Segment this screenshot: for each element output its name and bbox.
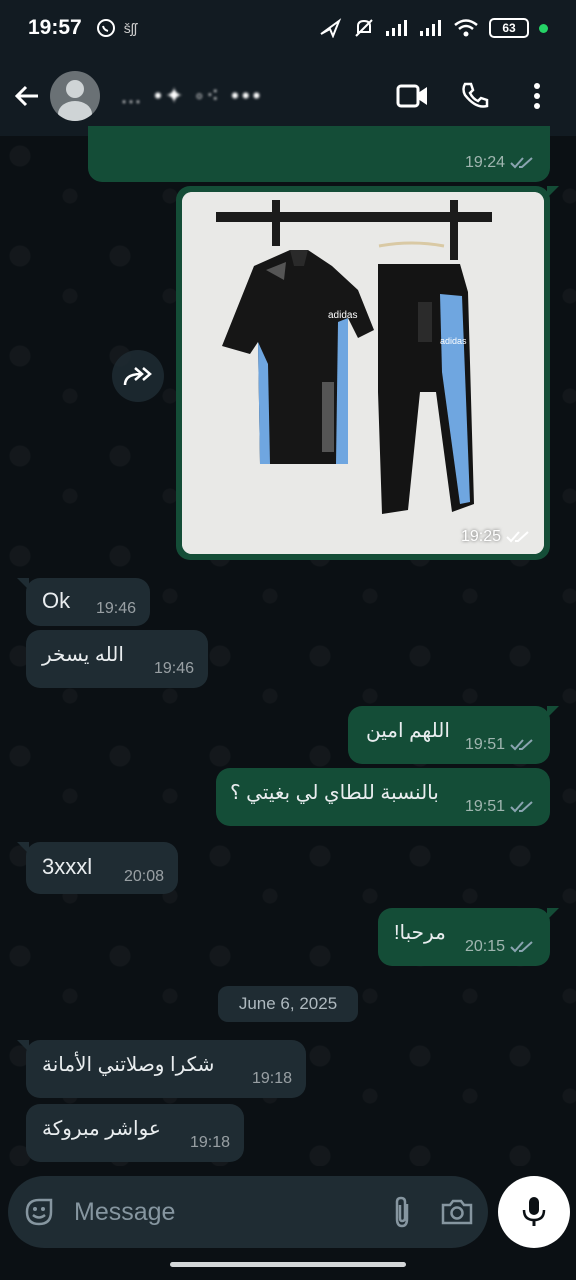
back-button[interactable]: [8, 72, 46, 120]
message-time: 19:25: [461, 528, 532, 546]
tracksuit-photo[interactable]: adidas adidas 19:25: [182, 192, 544, 554]
battery-indicator: 63: [489, 18, 529, 38]
avatar-head-shape: [66, 80, 84, 98]
avatar-body-shape: [58, 101, 92, 121]
signal-2-icon: [420, 20, 441, 36]
message-incoming[interactable]: الله يسخر 19:46: [26, 630, 208, 688]
emoji-sticker-icon[interactable]: [22, 1195, 56, 1229]
image-message[interactable]: adidas adidas 19:25: [176, 186, 559, 560]
message-time-text: 20:15: [464, 938, 505, 955]
message-time-text: 19:18: [251, 1070, 292, 1087]
message-incoming[interactable]: Ok 19:46: [17, 578, 150, 626]
whatsapp-notification-icon: [96, 19, 115, 37]
more-vertical-icon: [534, 83, 540, 109]
message-time-text: 19:24: [464, 154, 505, 171]
status-notification-icons: šʃʃ: [96, 18, 137, 38]
tracksuit-image: adidas adidas: [182, 192, 544, 554]
chat-messages-area[interactable]: 19:24 adidas adidas 19:25 Ok 19:46 الله …: [0, 126, 576, 1166]
message-text: الله يسخر: [42, 644, 124, 666]
svg-text:adidas: adidas: [440, 336, 467, 346]
attach-paperclip-icon[interactable]: [390, 1195, 414, 1229]
microphone-icon: [522, 1197, 546, 1226]
home-indicator[interactable]: [170, 1262, 406, 1267]
message-text: 3xxxl: [42, 854, 93, 879]
message-text: شكرا وصلاتني الأمانة: [42, 1054, 215, 1076]
data-saver-icon: [320, 18, 342, 38]
message-time: 20:15: [465, 938, 536, 956]
camera-icon[interactable]: [440, 1197, 474, 1227]
status-extra-indicator: šʃʃ: [123, 20, 137, 36]
svg-text:adidas: adidas: [328, 310, 357, 321]
message-time-text: 19:46: [95, 600, 136, 617]
composer-actions: [390, 1195, 474, 1229]
message-time: 19:18: [252, 1070, 292, 1088]
more-options-button[interactable]: [506, 72, 568, 120]
message-time-text: 19:51: [464, 798, 505, 815]
status-right-icons: 63: [319, 17, 548, 39]
message-time: 19:46: [154, 660, 194, 678]
message-time: 19:24: [465, 154, 536, 172]
privacy-dot: [539, 23, 548, 33]
message-incoming[interactable]: عواشر مبروكة 19:18: [26, 1104, 244, 1162]
whatsapp-chat-screen: 19:57 šʃʃ 63 … •✦ ◦⁖ ••• 19:24 adidas ad…: [0, 0, 576, 1280]
message-time-text: 19:51: [464, 736, 505, 753]
message-outgoing[interactable]: اللهم امين 19:51: [348, 706, 559, 764]
message-outgoing[interactable]: مرحبا! 20:15: [378, 908, 559, 966]
wifi-icon: [454, 19, 478, 37]
message-text: اللهم امين: [366, 720, 450, 742]
voice-message-button[interactable]: [498, 1176, 570, 1248]
status-time: 19:57: [28, 16, 82, 39]
message-incoming[interactable]: 3xxxl 20:08: [17, 842, 178, 894]
message-input[interactable]: Message: [74, 1198, 344, 1227]
message-text: مرحبا!: [394, 922, 446, 944]
message-time: 19:46: [96, 600, 136, 618]
read-ticks-icon: [510, 941, 533, 953]
phone-icon: [462, 82, 489, 108]
message-time: 19:51: [465, 736, 536, 754]
message-time-text: 19:25: [460, 528, 501, 545]
message-time-text: 19:46: [153, 660, 194, 677]
message-time: 19:18: [190, 1134, 230, 1152]
message-time-text: 19:18: [189, 1134, 230, 1151]
voice-call-button[interactable]: [444, 72, 506, 120]
mute-icon: [355, 19, 373, 37]
read-ticks-icon: [506, 531, 529, 543]
contact-avatar[interactable]: [50, 71, 100, 121]
message-outgoing[interactable]: 19:24: [88, 126, 550, 182]
message-text: Ok: [42, 588, 71, 613]
header-actions: [382, 72, 568, 120]
forward-button[interactable]: [112, 350, 164, 402]
status-bar: 19:57 šʃʃ 63: [0, 0, 576, 56]
message-composer: Message: [8, 1176, 488, 1248]
forward-arrow-icon: [123, 367, 152, 386]
date-divider: June 6, 2025: [218, 986, 358, 1022]
message-incoming[interactable]: شكرا وصلاتني الأمانة 19:18: [17, 1040, 306, 1098]
video-call-button[interactable]: [382, 72, 444, 120]
message-time: 19:51: [465, 798, 536, 816]
arrow-left-icon: [14, 85, 38, 107]
message-time: 20:08: [124, 868, 164, 886]
read-ticks-icon: [510, 157, 533, 169]
message-time-text: 20:08: [123, 868, 164, 885]
video-camera-icon: [396, 84, 427, 108]
read-ticks-icon: [510, 801, 533, 813]
read-ticks-icon: [510, 739, 533, 751]
message-text: بالنسبة للطاي لي بغيتي ؟: [230, 782, 439, 804]
signal-1-icon: [386, 20, 407, 36]
message-text: عواشر مبروكة: [42, 1118, 161, 1140]
chat-header: … •✦ ◦⁖ •••: [0, 56, 576, 136]
message-outgoing[interactable]: بالنسبة للطاي لي بغيتي ؟ 19:51: [216, 768, 550, 826]
contact-name[interactable]: … •✦ ◦⁖ •••: [120, 83, 370, 109]
